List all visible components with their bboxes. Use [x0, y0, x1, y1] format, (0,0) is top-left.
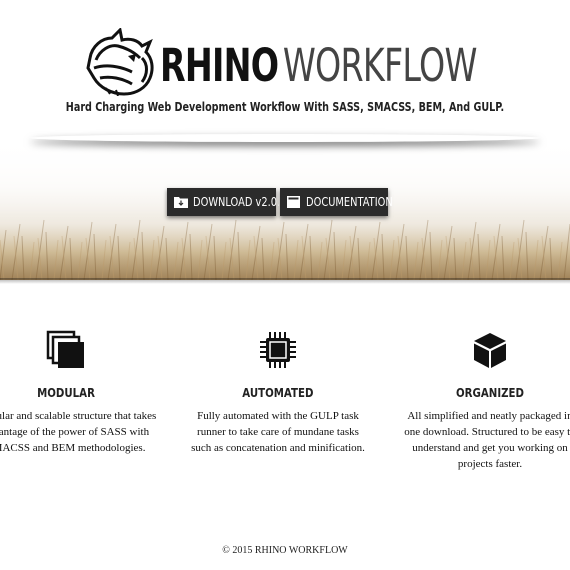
layers-icon — [46, 330, 84, 368]
feature-title: MODULAR — [0, 385, 166, 401]
documentation-button[interactable]: DOCUMENTATION — [280, 188, 393, 216]
folder-download-icon — [174, 197, 188, 208]
feature-title: ORGANIZED — [390, 385, 570, 401]
logo-wordmark: RHINOWORKFLOW — [160, 36, 477, 96]
hero-bottom-shadow — [0, 278, 570, 284]
header-shadow — [30, 134, 540, 142]
feature-description-line: All simplified and neatly packaged in — [407, 410, 570, 422]
site-logo[interactable]: RHINOWORKFLOW — [86, 28, 477, 98]
documentation-button-label: DOCUMENTATION — [306, 195, 393, 209]
tagline-text: Hard Charging Web Development Workflow W… — [65, 100, 505, 114]
feature-title: AUTOMATED — [178, 385, 378, 401]
feature-automated: AUTOMATED Fully automated with the GULP … — [178, 330, 378, 456]
feature-modular: MODULAR Modular and scalable structure t… — [0, 330, 166, 456]
feature-description-line: Fully automated with the GULP task — [197, 410, 359, 422]
feature-description-line: understand and get you working on — [412, 442, 568, 454]
feature-description-line: runner to take care of mundane tasks — [197, 426, 359, 438]
rhino-logo-icon — [86, 28, 154, 96]
box-icon — [474, 333, 506, 368]
logo-name-bold: RHINO — [160, 39, 279, 92]
logo-name-light: WORKFLOW — [282, 39, 478, 92]
footer-copyright: © 2015 RHINO WORKFLOW — [222, 545, 348, 556]
feature-description-line: such as concatenation and minification. — [191, 442, 365, 454]
feature-description-line: SMACSS and BEM methodologies. — [0, 442, 146, 454]
feature-title-text: AUTOMATED — [242, 386, 314, 400]
download-button-label: DOWNLOAD v2.0.1 — [193, 195, 287, 209]
feature-title-text: MODULAR — [37, 386, 95, 400]
download-button[interactable]: DOWNLOAD v2.0.1 — [167, 188, 286, 216]
tagline: Hard Charging Web Development Workflow W… — [0, 100, 570, 114]
feature-description-line: Modular and scalable structure that take… — [0, 410, 157, 422]
book-icon — [287, 196, 300, 208]
feature-description-line: one download. Structured to be easy to — [404, 426, 570, 438]
chip-icon — [260, 332, 296, 368]
feature-title-text: ORGANIZED — [456, 386, 524, 400]
site-header: RHINOWORKFLOW Hard Charging Web Developm… — [0, 0, 570, 140]
feature-description-line: advantage of the power of SASS with — [0, 426, 150, 438]
page: RHINOWORKFLOW Hard Charging Web Developm… — [0, 0, 570, 570]
feature-description: All simplified and neatly packaged in on… — [390, 408, 570, 472]
feature-description: Modular and scalable structure that take… — [0, 408, 166, 456]
feature-description: Fully automated with the GULP task runne… — [178, 408, 378, 456]
feature-description-line: projects faster. — [457, 458, 523, 470]
feature-organized: ORGANIZED All simplified and neatly pack… — [390, 330, 570, 472]
